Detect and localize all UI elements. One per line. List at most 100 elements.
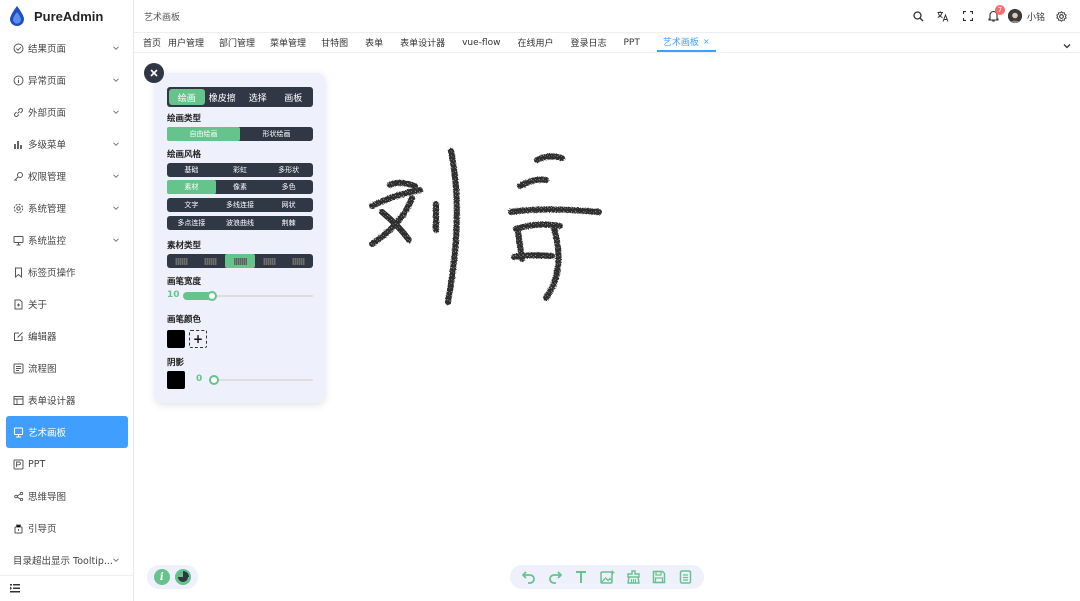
draw-type-option-0[interactable]: 自由绘画 [167, 127, 240, 141]
theme-toggle-icon[interactable] [175, 569, 192, 585]
check-circle-icon [13, 43, 24, 54]
tab-label: 登录日志 [570, 39, 607, 49]
sidebar-item-link[interactable]: 外部页面 [0, 96, 134, 128]
breadcrumb[interactable]: 艺术画板 [144, 10, 180, 23]
tab-0[interactable]: 首页 [143, 33, 161, 52]
tab-label: 表单设计器 [400, 39, 446, 49]
tab-6[interactable]: 表单设计器 [400, 33, 445, 52]
tabs-more-button[interactable] [1062, 36, 1072, 49]
sidebar-item-bar-chart[interactable]: 多级菜单 [0, 128, 134, 160]
style-option-2-0[interactable]: 文字 [167, 198, 216, 212]
brush-width-handle[interactable] [207, 291, 217, 301]
style-option-1-2[interactable]: 多色 [264, 180, 313, 194]
redo-button[interactable] [547, 569, 563, 585]
draw-type-option-1[interactable]: 形状绘画 [240, 127, 313, 141]
tab-close-icon[interactable]: × [703, 37, 710, 46]
close-icon [150, 69, 158, 77]
sidebar-item-label: 外部页面 [28, 108, 67, 119]
material-option-0[interactable] [167, 254, 196, 268]
sidebar-item-info-circle[interactable]: 异常页面 [0, 64, 134, 96]
tab-4[interactable]: 甘特图 [321, 33, 348, 52]
logo[interactable]: PureAdmin [0, 0, 133, 32]
sidebar-item-gear[interactable]: 系统管理 [0, 192, 134, 224]
undo-icon [522, 571, 535, 584]
sidebar-item-ppt[interactable]: PPT [0, 448, 134, 480]
translate-button[interactable] [931, 0, 956, 32]
sidebar-item-drawing-board[interactable]: 艺术画板 [6, 416, 128, 448]
style-option-2-2[interactable]: 网状 [264, 198, 313, 212]
sidebar-item-tooltip-dir[interactable]: 目录超出显示 Tooltip... [0, 544, 134, 576]
gear-icon [13, 203, 24, 214]
draw-type-switcher: 自由绘画 形状绘画 [167, 127, 313, 141]
tab-9[interactable]: 登录日志 [570, 33, 606, 52]
material-option-4[interactable] [284, 254, 313, 268]
collapse-sidebar-button[interactable] [0, 575, 134, 601]
shadow-track[interactable] [211, 379, 313, 381]
style-option-1-0[interactable]: 素材 [167, 180, 216, 194]
tab-5[interactable]: 表单 [365, 33, 383, 52]
style-option-1-1[interactable]: 像素 [216, 180, 265, 194]
search-button[interactable] [906, 0, 931, 32]
mode-tab-1[interactable]: 橡皮擦 [205, 89, 241, 105]
shadow-handle[interactable] [209, 375, 219, 385]
sidebar-item-flowchart[interactable]: 流程图 [0, 352, 134, 384]
export-button[interactable] [677, 569, 693, 585]
text-tool-button[interactable] [573, 569, 589, 585]
shadow-color-swatch[interactable] [167, 371, 185, 389]
style-option-0-0[interactable]: 基础 [167, 163, 216, 177]
material-option-3[interactable] [255, 254, 284, 268]
sidebar-item-document[interactable]: 关于 [0, 288, 134, 320]
sidebar-item-bookmark[interactable]: 标签页操作 [0, 256, 134, 288]
sidebar-item-label: 编辑器 [28, 332, 57, 343]
shadow-title: 阴影 [167, 358, 185, 368]
style-option-3-2[interactable]: 荆棘 [264, 216, 313, 230]
material-option-1[interactable] [196, 254, 225, 268]
notification-button[interactable]: 7 [981, 0, 1006, 32]
save-button[interactable] [651, 569, 667, 585]
sidebar-item-monitor[interactable]: 系统监控 [0, 224, 134, 256]
sidebar-item-mindmap[interactable]: 思维导图 [0, 480, 134, 512]
tab-11[interactable]: 艺术画板 × [656, 33, 716, 52]
add-color-button[interactable]: + [189, 330, 207, 348]
chevron-down-icon [112, 172, 120, 180]
tab-7[interactable]: vue-flow [462, 33, 500, 52]
tab-3[interactable]: 菜单管理 [270, 33, 306, 52]
undo-button[interactable] [521, 569, 537, 585]
info-icon[interactable]: i [153, 569, 170, 585]
sidebar-item-label: 表单设计器 [28, 396, 76, 407]
style-option-3-1[interactable]: 波浪曲线 [216, 216, 265, 230]
fullscreen-button[interactable] [956, 0, 981, 32]
sidebar-item-form[interactable]: 表单设计器 [0, 384, 134, 416]
style-option-0-2[interactable]: 多形状 [264, 163, 313, 177]
brush-color-swatch[interactable] [167, 330, 185, 348]
sidebar-item-label: 权限管理 [28, 172, 67, 183]
user-menu[interactable]: 小铭 [1007, 9, 1045, 23]
avatar [1007, 9, 1022, 23]
mode-tab-2[interactable]: 选择 [240, 89, 276, 105]
material-option-2[interactable] [225, 254, 255, 268]
sidebar-item-edit[interactable]: 编辑器 [0, 320, 134, 352]
monitor-icon [13, 235, 24, 246]
tab-label: 艺术画板 [662, 38, 699, 48]
style-option-2-1[interactable]: 多线连接 [216, 198, 265, 212]
mode-tab-0[interactable]: 绘画 [169, 89, 205, 105]
clear-canvas-button[interactable] [625, 569, 641, 585]
mode-tab-3[interactable]: 画板 [276, 89, 312, 105]
insert-image-button[interactable] [599, 569, 615, 585]
sidebar-item-label: 关于 [28, 300, 48, 311]
tab-8[interactable]: 在线用户 [517, 33, 553, 52]
tab-10[interactable]: PPT [624, 33, 640, 52]
close-panel-button[interactable] [144, 63, 164, 83]
sidebar-item-check-circle[interactable]: 结果页面 [0, 32, 134, 64]
sidebar-item-guide[interactable]: 引导页 [0, 512, 134, 544]
settings-button[interactable] [1049, 0, 1074, 32]
style-option-0-1[interactable]: 彩虹 [216, 163, 265, 177]
translate-icon [937, 10, 949, 22]
top-header: 艺术画板 7 小铭 [134, 0, 1080, 32]
tab-1[interactable]: 用户管理 [168, 33, 204, 52]
sidebar-item-key[interactable]: 权限管理 [0, 160, 134, 192]
username: 小铭 [1026, 12, 1045, 23]
tab-2[interactable]: 部门管理 [219, 33, 255, 52]
style-option-3-0[interactable]: 多点连接 [167, 216, 216, 230]
brush-width-title: 画笔宽度 [167, 277, 202, 287]
